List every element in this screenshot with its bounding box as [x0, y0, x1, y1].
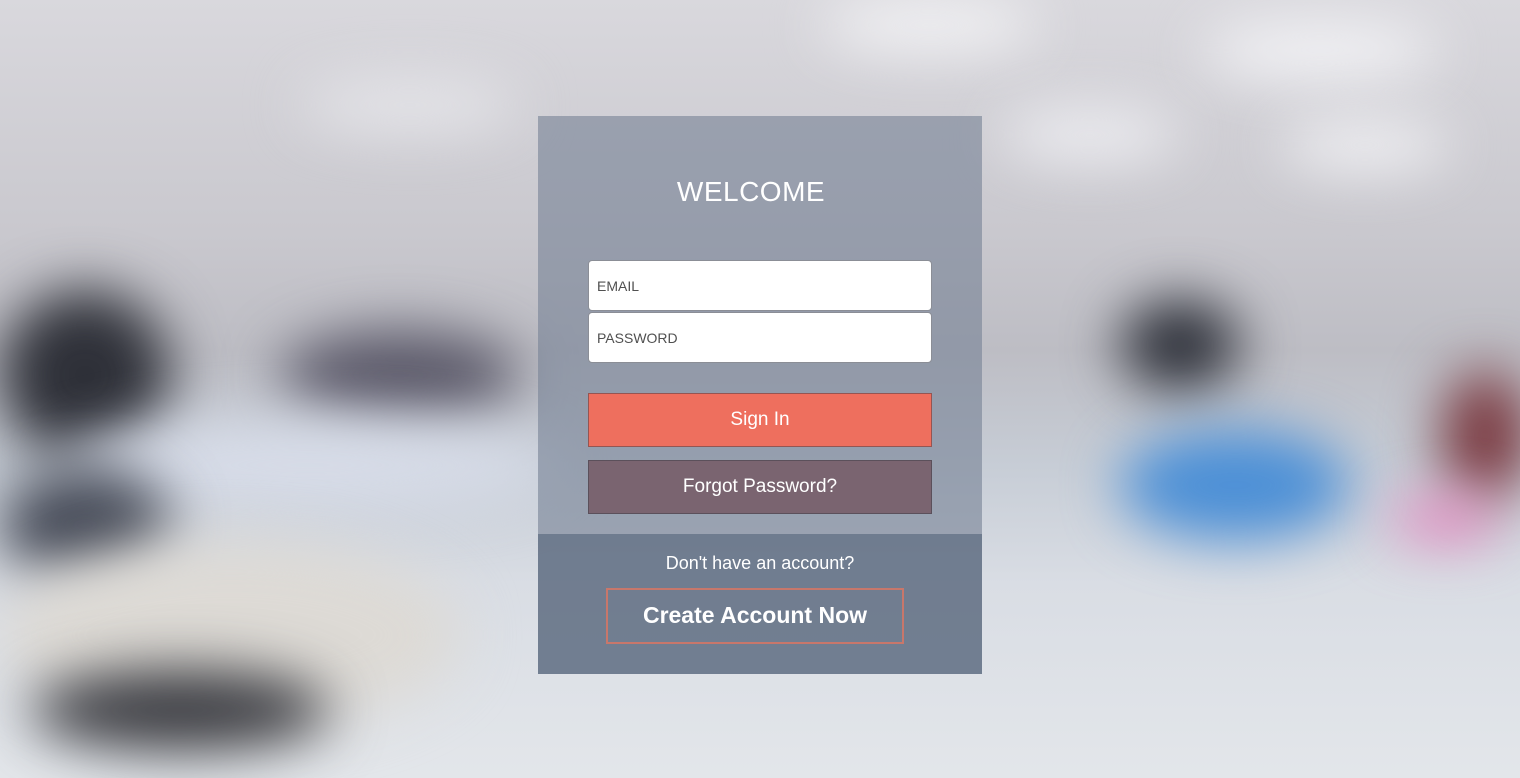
blue-object — [1120, 430, 1350, 540]
sign-in-button[interactable]: Sign In — [588, 393, 932, 447]
dark-area — [1120, 300, 1240, 390]
password-field[interactable] — [588, 312, 932, 363]
create-account-button[interactable]: Create Account Now — [606, 588, 904, 644]
ceiling-light — [1280, 120, 1450, 170]
ceiling-light — [1000, 110, 1180, 160]
dark-area — [280, 330, 520, 420]
welcome-title: WELCOME — [676, 176, 826, 207]
pink-object — [1390, 500, 1500, 540]
ceiling-light — [1200, 20, 1440, 80]
no-account-text: Don't have an account? — [665, 553, 855, 573]
red-area — [1440, 370, 1520, 500]
forgot-password-button[interactable]: Forgot Password? — [588, 460, 932, 514]
telephone-dark — [30, 670, 330, 750]
ceiling-light — [820, 0, 1040, 50]
ceiling-light — [300, 80, 520, 130]
email-field[interactable] — [588, 260, 932, 311]
login-card: WELCOME Sign In Forgot Password? Don't h… — [538, 116, 982, 674]
